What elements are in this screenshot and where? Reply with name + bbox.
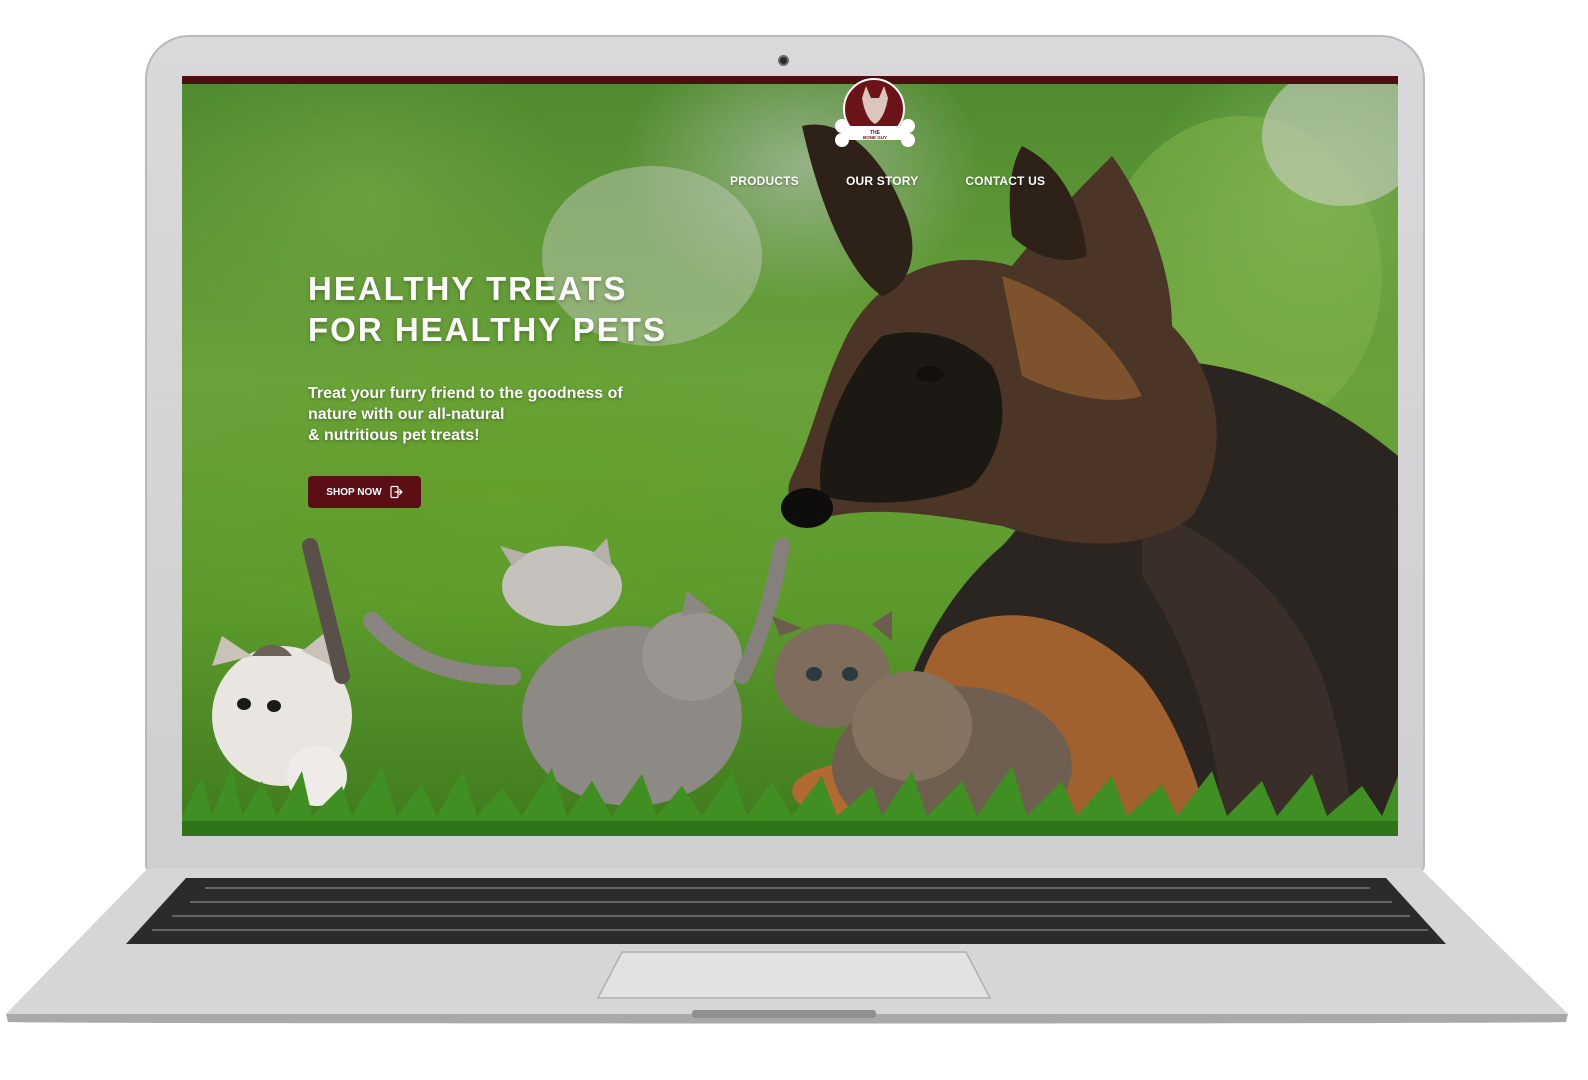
nav-contact-us[interactable]: CONTACT US [965, 174, 1045, 188]
webcam-icon [778, 55, 789, 66]
hero-headline: HEALTHY TREATS FOR HEALTHY PETS [308, 268, 728, 350]
laptop-screen: THE BONE GUY PRODUCTS OUR STORY CONTACT … [182, 76, 1398, 836]
hero-subtext-line1: Treat your furry friend to the goodness … [308, 385, 623, 402]
hero-headline-line1: HEALTHY TREATS [308, 270, 628, 307]
shop-now-button[interactable]: SHOP NOW [308, 476, 421, 508]
nav-products[interactable]: PRODUCTS [730, 174, 799, 188]
logo-text-line2: BONE GUY [863, 135, 887, 140]
main-nav: PRODUCTS OUR STORY CONTACT US [730, 174, 1092, 188]
dog-bone-logo-icon: THE BONE GUY [835, 78, 915, 147]
hero-subtext-line3: & nutritious pet treats! [308, 427, 480, 444]
site-logo[interactable]: THE BONE GUY [834, 76, 922, 156]
nav-our-story[interactable]: OUR STORY [846, 174, 918, 188]
exit-door-icon [389, 485, 403, 499]
hero-subtext: Treat your furry friend to the goodness … [308, 383, 668, 446]
hero-headline-line2: FOR HEALTHY PETS [308, 311, 667, 348]
hero-image [182, 76, 1398, 836]
hero-subtext-line2: nature with our all-natural [308, 406, 505, 423]
trackpad [596, 951, 992, 999]
laptop-base [0, 864, 1588, 1024]
site-top-bar [182, 76, 1398, 84]
shop-now-label: SHOP NOW [326, 486, 382, 498]
